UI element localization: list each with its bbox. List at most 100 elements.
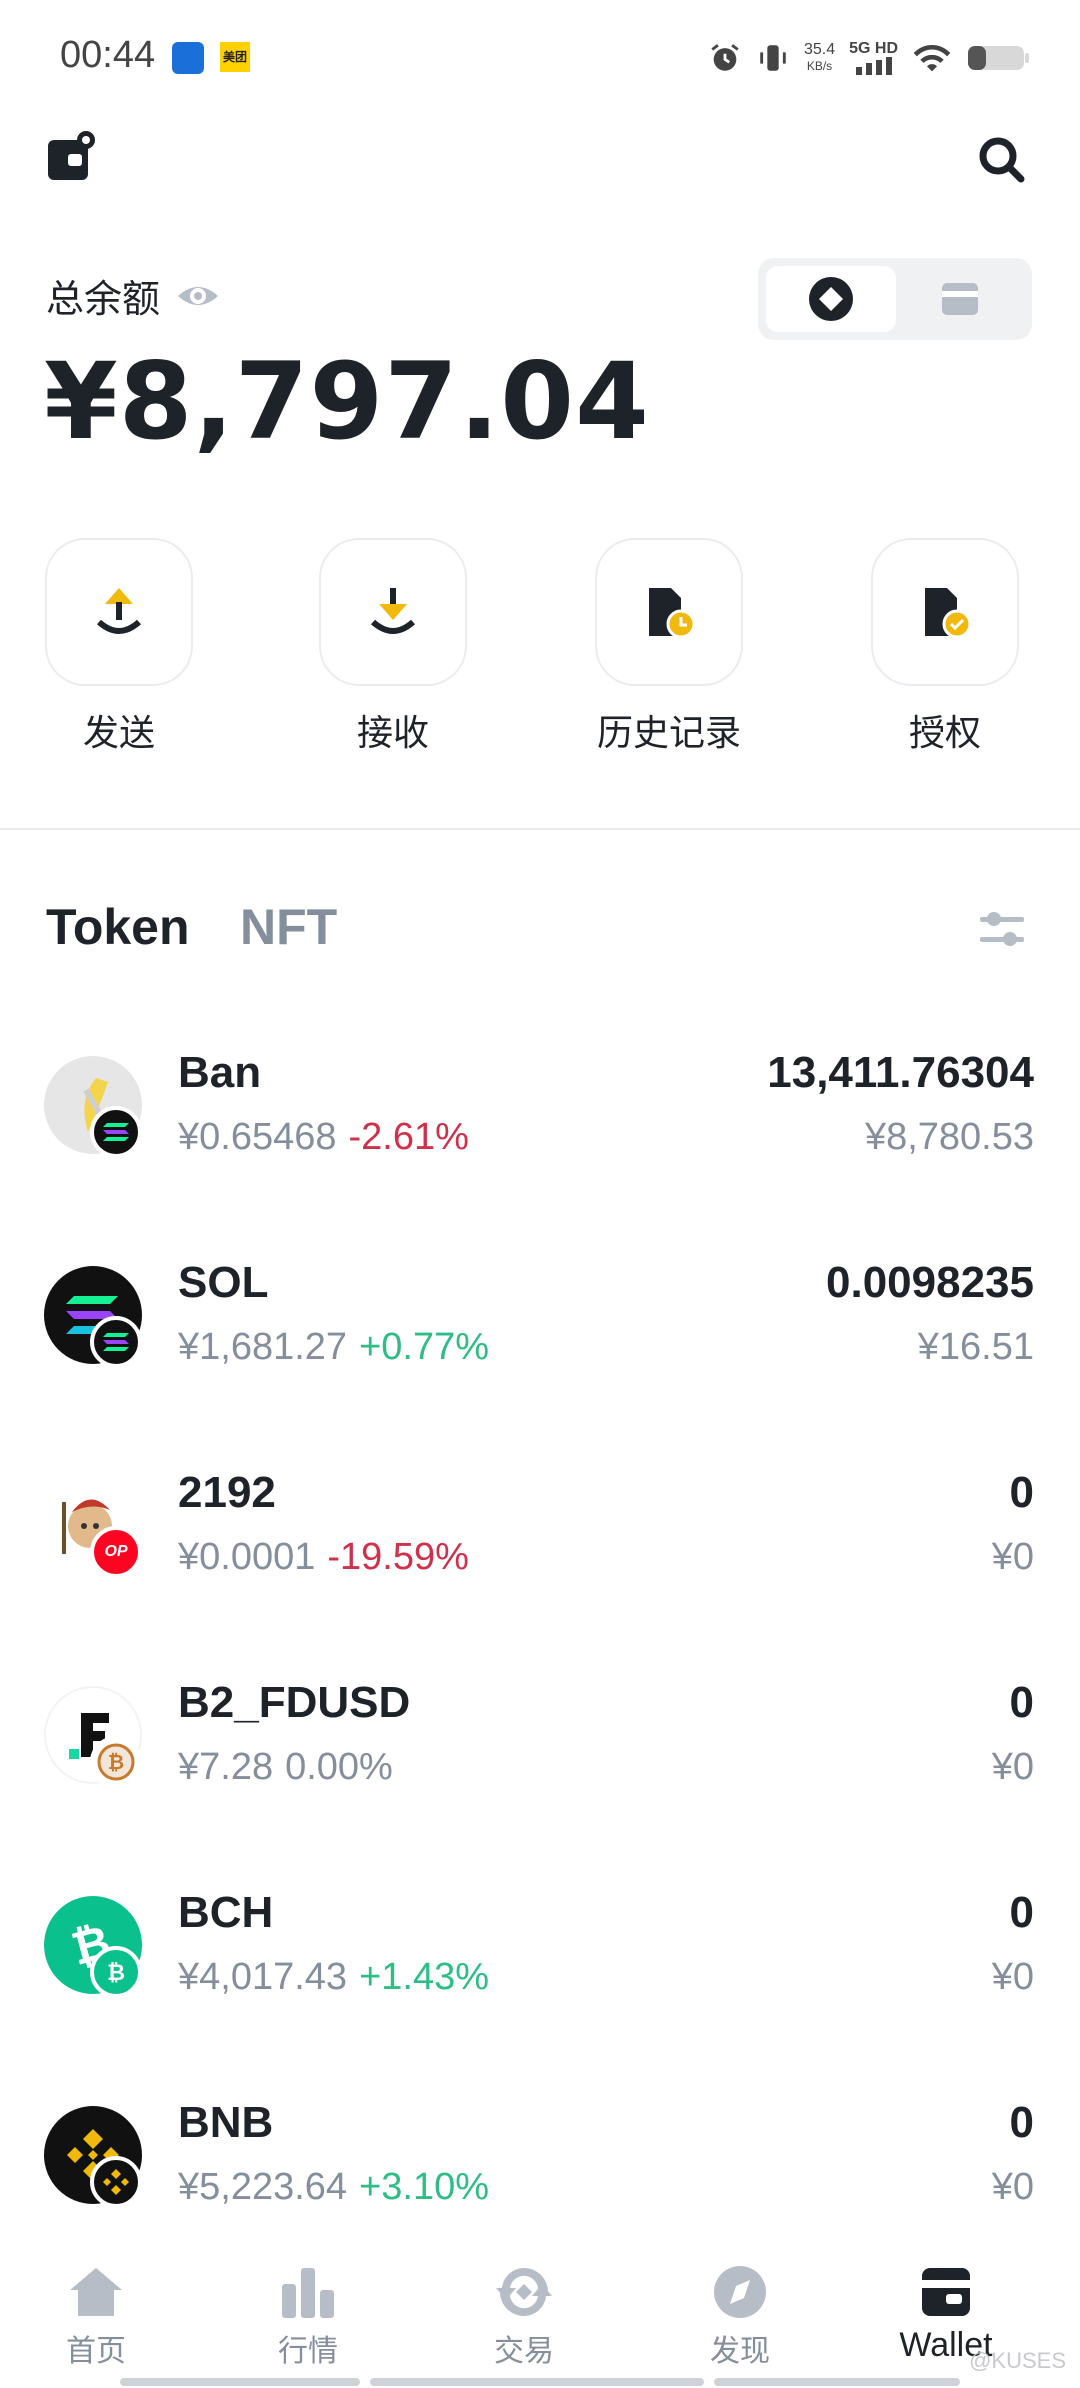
tab-token[interactable]: Token [46,898,190,956]
token-row-b2-fdusd[interactable]: ₿ B2_FDUSD ¥7.28 0.00% 0 ¥0 [0,1650,1080,1860]
gesture-bar-right [714,2378,960,2386]
signal-bars-icon [855,57,892,75]
token-amount: 0.0098235 [826,1258,1034,1307]
send-action[interactable]: 发送 [44,538,194,756]
watermark-text: @KUSES [969,2348,1066,2373]
nav-home[interactable]: 首页 [16,2264,176,2370]
token-change: -2.61% [348,1116,469,1158]
nav-trade-label: 交易 [494,2335,554,2368]
total-balance-amount: ¥8,797.04 [44,340,650,463]
history-action[interactable]: 历史记录 [594,538,744,756]
receive-icon [370,588,416,634]
total-balance-label: 总余额 [46,268,220,323]
token-amount: 0 [1009,1468,1034,1517]
filter-button[interactable] [976,904,1028,956]
eye-icon[interactable] [176,274,220,318]
wifi-icon [913,44,951,72]
nav-markets-label: 行情 [278,2335,338,2368]
token-change: 0.00% [285,1746,393,1788]
bch-chain-icon: ₿ [90,1946,142,1998]
token-change: -19.59% [327,1536,469,1578]
bar-chart-icon [282,2268,334,2318]
token-name: Ban [178,1048,262,1097]
receive-action[interactable]: 接收 [318,538,468,756]
bottom-navigation: 首页 行情 交易 发现 Wallet [0,2244,1080,2388]
swap-icon [496,2267,552,2317]
token-value: ¥16.51 [917,1326,1034,1368]
token-price: ¥1,681.27 +0.77% [178,1326,490,1368]
token-price: ¥0.65468 -2.61% [178,1116,469,1158]
token-name: B2_FDUSD [178,1678,411,1727]
token-price: ¥7.28 0.00% [178,1746,393,1788]
token-list: Ban ¥0.65468 -2.61% 13,411.76304 ¥8,780.5… [0,1020,1080,2280]
approval-label: 授权 [908,712,981,753]
status-bar: 00:44 美团 35.4 KB/s 5G HD [0,0,1080,110]
search-button[interactable] [976,134,1028,186]
token-change: +3.10% [359,2166,490,2208]
token-name: BCH [178,1888,274,1937]
view-toggle [758,258,1032,340]
nav-markets[interactable]: 行情 [228,2264,388,2370]
token-amount: 0 [1009,1678,1034,1727]
alarm-icon [711,44,739,71]
receive-button[interactable] [319,538,467,686]
send-icon [96,588,142,634]
token-price: ¥0.0001 -19.59% [178,1536,469,1578]
network-speed: 35.4 KB/s [803,41,836,74]
token-row-2192[interactable]: OP 2192 ¥0.0001 -19.59% 0 ¥0 [0,1440,1080,1650]
token-price: ¥5,223.64 +3.10% [178,2166,490,2208]
tab-nft[interactable]: NFT [240,898,337,956]
solana-chain-icon [90,1316,142,1368]
compass-icon [714,2266,766,2318]
wallet-settings-button[interactable] [46,128,98,184]
b2-bitcoin-chain-icon: ₿ [90,1736,142,1788]
cellular-signal: 5G HD [849,41,898,75]
notification-app-icon [172,42,204,74]
token-row-sol[interactable]: SOL ¥1,681.27 +0.77% 0.0098235 ¥16.51 [0,1230,1080,1440]
quick-actions: 发送 接收 历史记录 授权 [0,538,1080,758]
history-label: 历史记录 [596,712,741,753]
nav-trade[interactable]: 交易 [444,2264,604,2370]
token-amount: 0 [1009,2098,1034,2147]
nav-home-label: 首页 [66,2335,126,2368]
token-price: ¥4,017.43 +1.43% [178,1956,490,1998]
token-row-ban[interactable]: Ban ¥0.65468 -2.61% 13,411.76304 ¥8,780.5… [0,1020,1080,1230]
history-icon [649,588,696,639]
approval-button[interactable] [871,538,1019,686]
token-change: +1.43% [359,1956,490,1998]
send-label: 发送 [82,712,155,753]
status-indicators: 35.4 KB/s 5G HD [708,36,1030,80]
token-amount: 0 [1009,1888,1034,1937]
total-balance-text: 总余额 [46,279,161,321]
wallet-settings-icon [48,131,95,180]
nav-discover[interactable]: 发现 [660,2264,820,2370]
section-divider [0,828,1080,830]
home-icon [70,2268,122,2316]
token-change: +0.77% [359,1326,490,1368]
battery-icon [968,46,1029,70]
nav-discover-label: 发现 [710,2335,770,2368]
status-time: 00:44 [60,34,156,76]
toggle-token-view[interactable] [766,266,896,332]
approval-action[interactable]: 授权 [870,538,1020,756]
solana-chain-icon [90,1106,142,1158]
optimism-chain-icon: OP [90,1526,142,1578]
token-row-bch[interactable]: ₿ ₿ BCH ¥4,017.43 +1.43% 0 ¥0 [0,1860,1080,2070]
gesture-bar-left [120,2378,360,2386]
token-value: ¥0 [991,1536,1034,1578]
token-amount: 13,411.76304 [767,1048,1034,1097]
svg-text:₿: ₿ [107,1961,125,1986]
toggle-card-view[interactable] [896,266,1024,332]
search-icon [979,137,1025,183]
token-value: ¥0 [991,2166,1034,2208]
vibrate-icon [760,45,786,71]
history-button[interactable] [595,538,743,686]
send-button[interactable] [45,538,193,686]
meituan-app-icon: 美团 [220,42,250,72]
bnb-chain-icon [90,2156,142,2208]
diamond-coin-icon [809,277,853,321]
token-name: SOL [178,1258,269,1307]
approval-icon [925,588,972,639]
wallet-card-icon [942,283,978,315]
token-value: ¥0 [991,1746,1034,1788]
